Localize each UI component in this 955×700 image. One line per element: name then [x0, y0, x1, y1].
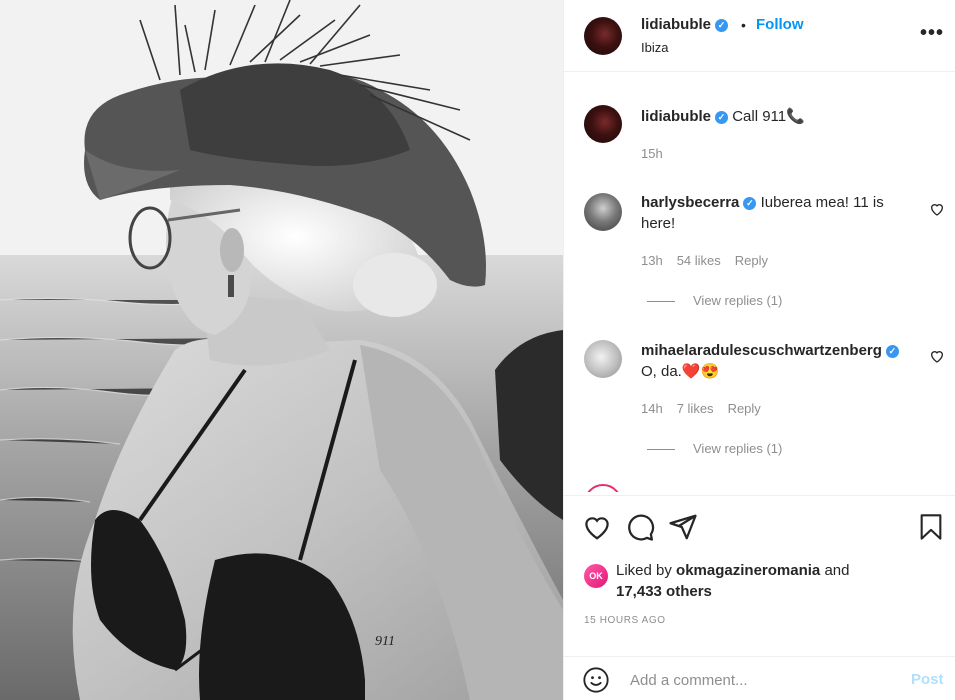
liked-by-user[interactable]: okmagazineromania	[676, 562, 820, 579]
liked-by-and: and	[824, 562, 850, 579]
view-replies-label[interactable]: View replies (1)	[693, 293, 782, 308]
author-username[interactable]: lidiabuble	[641, 16, 711, 33]
comment-like-heart-icon[interactable]	[929, 201, 945, 217]
caption-avatar[interactable]	[584, 105, 622, 143]
heart-eyes-emoji-icon: ❤️😍	[681, 363, 720, 380]
comments-section[interactable]: lidiabuble ✓ Call 911📞 15h harlysbecerra ✓…	[564, 72, 955, 492]
post-header: lidiabuble ✓ • Follow Ibiza •••	[564, 0, 955, 72]
comment-meta: 13h 54 likes Reply	[641, 253, 782, 268]
smiley-icon[interactable]	[582, 666, 610, 694]
comment-avatar[interactable]	[584, 193, 622, 231]
post-timestamp[interactable]: 15 HOURS AGO	[584, 615, 666, 626]
comment-text: O, da.	[641, 363, 682, 380]
caption-username[interactable]: lidiabuble	[641, 108, 711, 125]
comment-avatar[interactable]	[584, 340, 622, 378]
comment-reply-button[interactable]: Reply	[728, 401, 761, 416]
verified-badge-icon: ✓	[743, 197, 757, 210]
add-comment-row: Post	[564, 656, 955, 700]
tattoo-text: 911	[375, 634, 395, 649]
comment-meta: 14h 7 likes Reply	[641, 401, 775, 416]
comment-likes[interactable]: 7 likes	[677, 401, 714, 416]
comment-avatar[interactable]	[584, 484, 622, 492]
comment-reply-button[interactable]: Reply	[735, 253, 768, 268]
instagram-post: 911 lidiabuble ✓ • Follow Ibiza ••• lidia…	[0, 0, 955, 700]
comment-item: mihaelaradulescuschwartzenberg ✓ O, da.❤️…	[641, 340, 931, 382]
comment-time[interactable]: 14h	[641, 401, 663, 416]
author-avatar[interactable]	[584, 17, 622, 55]
comment-item: harlysbecerra ✓ Iuberea mea! 11 is here!	[641, 192, 911, 234]
comment-time[interactable]: 13h	[641, 253, 663, 268]
comment-username[interactable]: mihaelaradulescuschwartzenberg	[641, 342, 882, 359]
post-actions: OK Liked by okmagazineromania and 17,433…	[564, 495, 955, 700]
verified-badge-icon: ✓	[885, 345, 899, 358]
author-username-row[interactable]: lidiabuble ✓	[641, 16, 729, 33]
replies-divider-line	[647, 301, 675, 303]
post-comment-button[interactable]: Post	[911, 671, 944, 688]
comment-username[interactable]: harlysbecerra	[641, 194, 739, 211]
bookmark-icon[interactable]	[917, 512, 945, 542]
verified-badge-icon: ✓	[715, 111, 729, 124]
liked-by-prefix: Liked by	[616, 562, 672, 579]
phone-emoji-icon: 📞	[786, 108, 805, 125]
post-location[interactable]: Ibiza	[641, 40, 668, 55]
view-replies-button[interactable]: View replies (1)	[647, 441, 782, 456]
replies-divider-line	[647, 449, 675, 451]
view-replies-button[interactable]: View replies (1)	[647, 293, 782, 308]
likes-summary: Liked by okmagazineromania and 17,433 ot…	[616, 560, 936, 602]
comment-like-heart-icon[interactable]	[929, 348, 945, 364]
post-photo[interactable]: 911	[0, 0, 563, 700]
post-side-panel: lidiabuble ✓ • Follow Ibiza ••• lidiabubl…	[563, 0, 955, 700]
separator-dot: •	[741, 17, 746, 33]
caption-text: Call 911	[732, 108, 787, 125]
comment-icon[interactable]	[625, 512, 655, 542]
likes-count[interactable]: 17,433 others	[616, 583, 712, 600]
view-replies-label[interactable]: View replies (1)	[693, 441, 782, 456]
add-comment-input[interactable]	[630, 667, 900, 693]
paper-plane-icon[interactable]	[668, 512, 698, 542]
photo-illustration: 911	[0, 0, 563, 700]
heart-icon[interactable]	[582, 512, 612, 542]
caption-meta: 15h	[641, 146, 677, 161]
follow-button[interactable]: Follow	[756, 16, 804, 33]
comment-likes[interactable]: 54 likes	[677, 253, 721, 268]
more-options-icon[interactable]: •••	[920, 22, 944, 45]
verified-badge-icon: ✓	[715, 19, 729, 32]
caption: lidiabuble ✓ Call 911📞	[641, 106, 931, 127]
liker-avatar[interactable]: OK	[584, 564, 608, 588]
caption-time[interactable]: 15h	[641, 146, 663, 161]
